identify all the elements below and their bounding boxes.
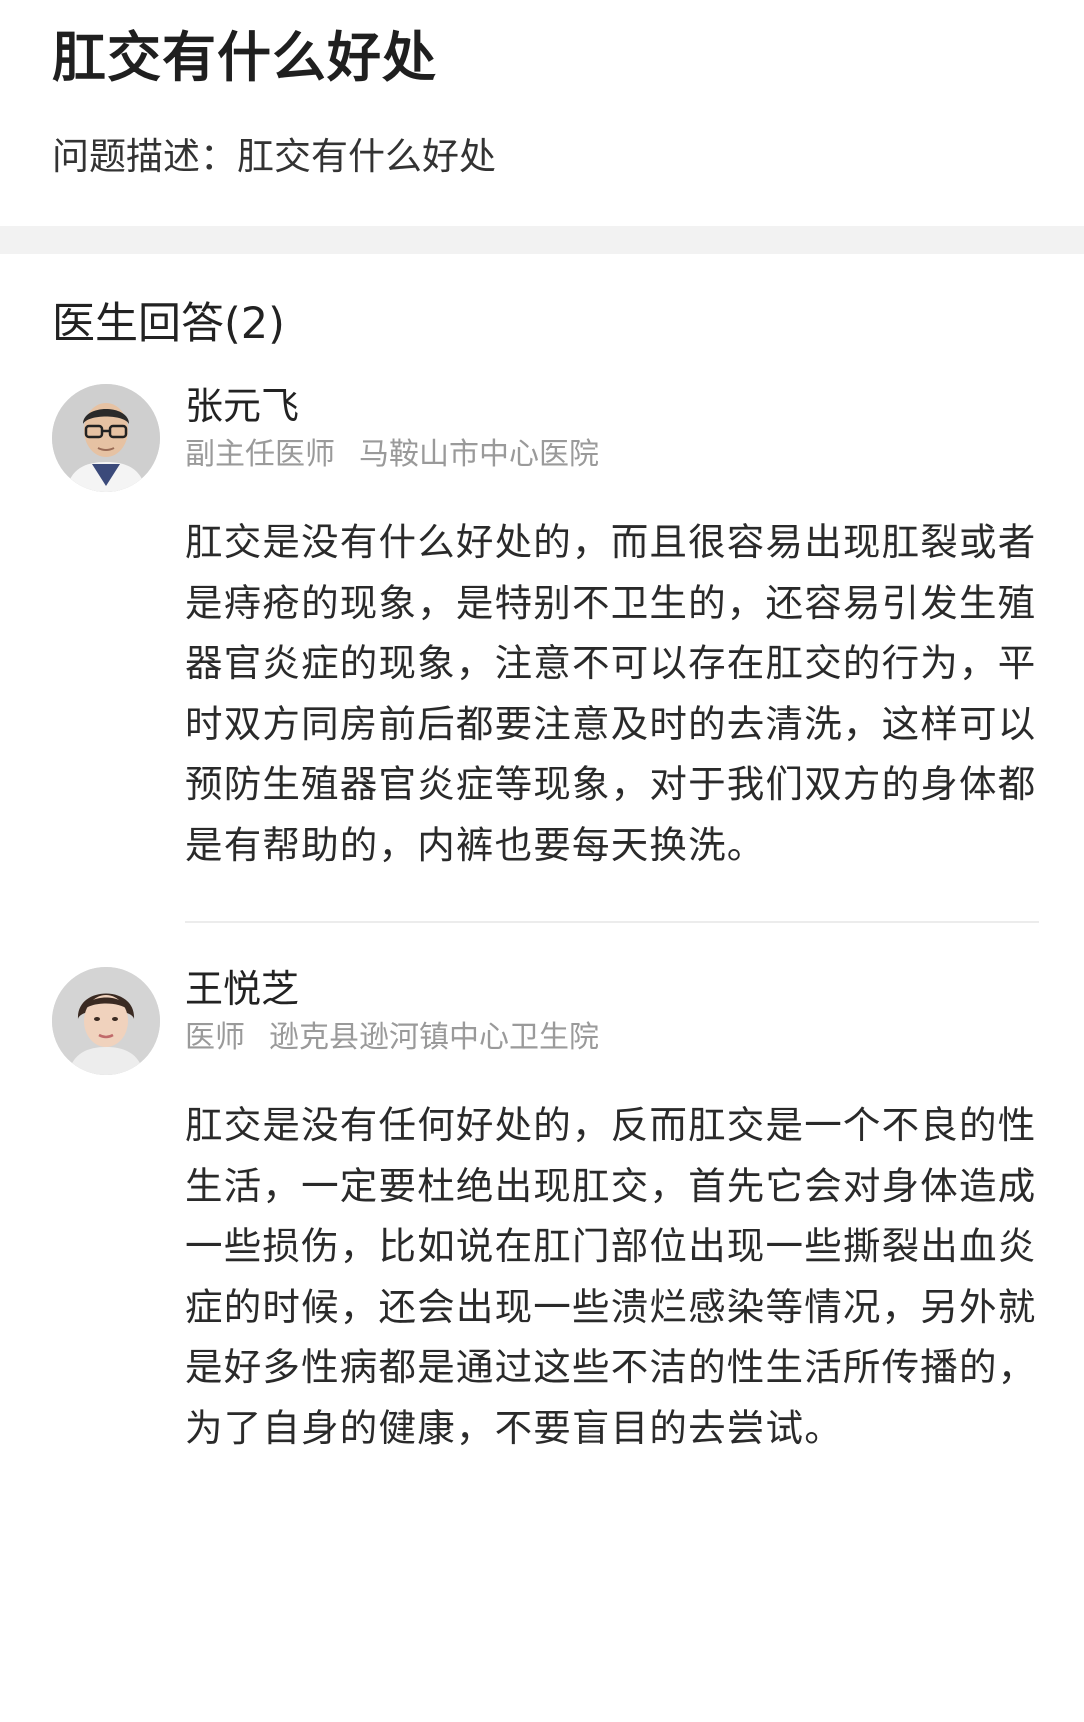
doctor-meta: 副主任医师 马鞍山市中心医院 <box>185 436 599 474</box>
doctor-answer-card: 王悦芝 医师 逊克县逊河镇中心卫生院 肛交是没有任何好处的，反而肛交是一个不良的性… <box>52 967 1035 1458</box>
female-doctor-avatar-icon <box>52 967 160 1075</box>
doctor-hospital: 逊克县逊河镇中心卫生院 <box>269 1020 599 1055</box>
doctor-avatar[interactable] <box>52 384 160 492</box>
answers-header: 医生回答(2) <box>52 299 285 349</box>
answer-text: 肛交是没有什么好处的，而且很容易出现肛裂或者是痔疮的现象，是特别不卫生的，还容易… <box>185 520 1037 867</box>
doctor-name[interactable]: 张元飞 <box>185 382 299 430</box>
question-block: 肛交有什么好处 问题描述：肛交有什么好处 <box>0 0 1084 226</box>
doctor-name[interactable]: 王悦芝 <box>185 965 299 1013</box>
answer-text: 肛交是没有任何好处的，反而肛交是一个不良的性生活，一定要杜绝出现肛交，首先它会对… <box>185 1103 1037 1450</box>
answers-section: 医生回答(2) 张元飞 副主任医师 马鞍山市中心医院 肛交是没有什么好处的，而且… <box>0 298 1084 1458</box>
question-description: 问题描述：肛交有什么好处 <box>52 135 496 178</box>
question-title: 肛交有什么好处 <box>52 26 437 89</box>
doctor-answer-card: 张元飞 副主任医师 马鞍山市中心医院 肛交是没有什么好处的，而且很容易出现肛裂或者… <box>52 384 1035 875</box>
section-divider <box>0 226 1084 254</box>
doctor-hospital: 马鞍山市中心医院 <box>359 437 599 472</box>
male-doctor-avatar-icon <box>52 384 160 492</box>
doctor-avatar[interactable] <box>52 967 160 1075</box>
doctor-title: 医师 <box>185 1020 245 1055</box>
doctor-meta: 医师 逊克县逊河镇中心卫生院 <box>185 1019 599 1057</box>
doctor-title: 副主任医师 <box>185 437 335 472</box>
doctor-header[interactable]: 王悦芝 医师 逊克县逊河镇中心卫生院 <box>52 967 1032 1089</box>
answer-separator <box>185 921 1039 923</box>
doctor-header[interactable]: 张元飞 副主任医师 马鞍山市中心医院 <box>52 384 1032 506</box>
